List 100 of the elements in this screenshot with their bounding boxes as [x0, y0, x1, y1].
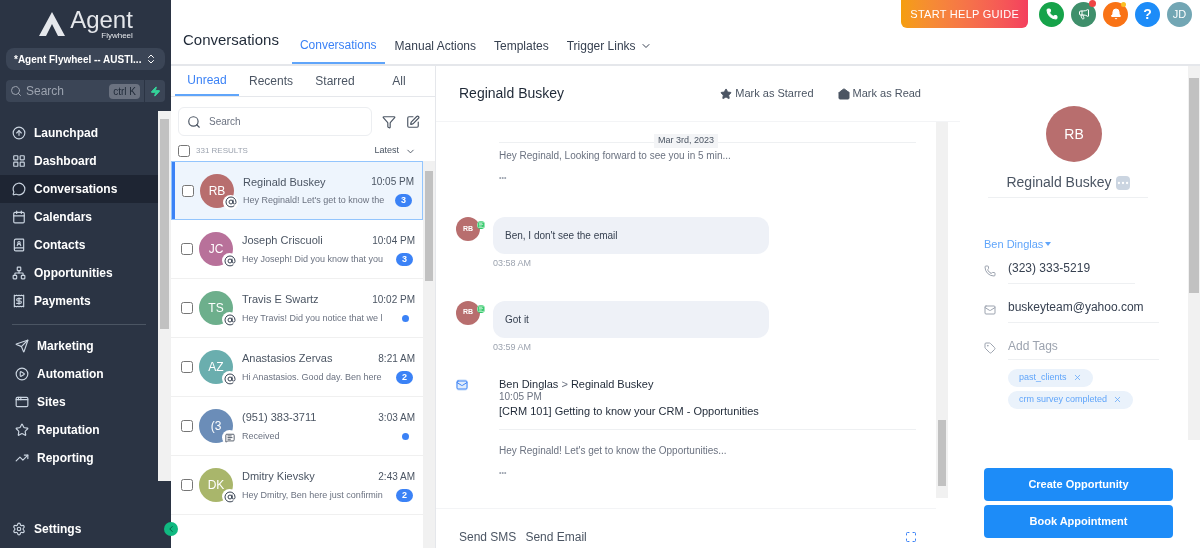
sidebar-item[interactable]: Automation — [0, 360, 146, 388]
unread-count: 2 — [396, 488, 413, 502]
conversation-search-field[interactable]: Search — [178, 107, 372, 136]
compose-icon[interactable] — [406, 114, 420, 129]
avatar: DK — [199, 468, 233, 502]
row-checkbox[interactable] — [181, 302, 193, 314]
logo-subtitle: Flywheel — [101, 32, 133, 40]
row-checkbox[interactable] — [181, 361, 193, 373]
search-input[interactable]: Search — [26, 82, 96, 100]
announcements-button[interactable] — [1071, 1, 1096, 27]
search-icon — [187, 114, 201, 129]
expand-icon[interactable] — [905, 531, 917, 543]
phone-button[interactable] — [1039, 1, 1064, 27]
email-header: Ben Dinglas > Reginald Buskey — [499, 378, 655, 391]
tags-field[interactable]: Add Tags — [1008, 336, 1159, 360]
message-time: 03:59 AM — [493, 340, 533, 354]
sidebar-item[interactable]: Conversations — [0, 175, 158, 203]
phone-field[interactable]: (323) 333-5219 — [1008, 258, 1135, 284]
sms-icon — [477, 304, 485, 313]
nav-icon — [15, 367, 29, 381]
star-icon — [720, 87, 733, 100]
megaphone-icon — [1077, 8, 1090, 20]
email-preview: Hey Reginald! Let's get to know the Opportunities... — [499, 444, 728, 458]
search-input[interactable]: Search — [209, 114, 309, 129]
row-checkbox[interactable] — [181, 420, 193, 432]
nav-icon — [15, 423, 29, 437]
sidebar-item[interactable]: Reputation — [0, 416, 146, 444]
chat-action[interactable]: Mark as Starred — [720, 85, 814, 102]
nav-icon — [12, 126, 26, 140]
message-time: 10:05 PM — [371, 175, 414, 190]
contact-name: Joseph Criscuoli — [242, 233, 323, 248]
message-icon — [224, 432, 235, 443]
sidebar-item[interactable]: Launchpad — [0, 119, 158, 147]
notifications-button[interactable] — [1103, 1, 1128, 27]
conversation-item[interactable]: (3 (951) 383-3711 3:03 AM Received — [171, 397, 423, 456]
list-tab[interactable]: All — [367, 66, 431, 96]
email-subject: [CRM 101] Getting to know your CRM - Opportunities — [499, 404, 760, 419]
message-time: 10:02 PM — [372, 292, 415, 307]
list-tab[interactable]: Recents — [239, 66, 303, 96]
sms-icon — [477, 221, 485, 229]
message-time: 10:04 PM — [372, 233, 415, 248]
chevron-left-icon — [166, 524, 176, 534]
nav-tab[interactable]: Manual Actions — [386, 36, 484, 64]
chat-title: Reginald Buskey — [459, 84, 565, 103]
sidebar-item[interactable]: Contacts — [0, 231, 158, 259]
logo-mark-icon — [38, 11, 67, 37]
contact-name: Reginald Buskey — [1006, 173, 1112, 192]
message-time: 3:03 AM — [378, 410, 415, 425]
message-preview: Hey Joseph! Did you know that you — [242, 252, 384, 266]
at-sign-icon — [223, 372, 236, 385]
conversation-item[interactable]: AZ Anastasios Zervas 8:21 AM Hi Anastasios. Good day. Ben here 2 — [171, 338, 423, 397]
results-count: 331 RESULTS — [196, 145, 248, 157]
sort-dropdown[interactable]: Latest — [374, 144, 416, 158]
sidebar-item[interactable]: Reporting — [0, 444, 146, 472]
email-icon — [984, 304, 996, 316]
avatar: (3 — [199, 409, 233, 443]
unread-count: 2 — [396, 370, 413, 384]
nav-icon — [15, 395, 29, 409]
nav-tab[interactable]: Conversations — [291, 36, 385, 64]
collapse-button[interactable] — [164, 522, 178, 536]
at-sign-icon — [223, 254, 236, 267]
row-checkbox[interactable] — [182, 184, 194, 197]
sidebar-item[interactable]: Payments — [0, 287, 158, 315]
row-checkbox[interactable] — [181, 243, 193, 255]
email-preview: Hey Reginald, Looking forward to see you in 5 min... — [499, 149, 732, 163]
sidebar-item[interactable]: Opportunities — [0, 259, 158, 287]
phone-icon — [1045, 8, 1058, 20]
contact-name: Travis E Swartz — [242, 292, 319, 307]
message-preview: Hey Reginald! Let's get to know the — [243, 194, 385, 207]
composer-tab[interactable]: Send Email — [525, 528, 587, 546]
account-switcher[interactable]: *Agent Flywheel -- AUSTI... — [6, 48, 165, 70]
nav-tab[interactable]: Trigger Links — [558, 36, 660, 64]
sidebar-item[interactable]: Marketing — [0, 332, 146, 360]
phone-icon — [984, 265, 996, 277]
settings-item[interactable]: Settings — [0, 520, 90, 538]
conversation-item[interactable]: RB Reginald Buskey 10:05 PM Hey Reginald! Let's get to know the 3 — [171, 161, 423, 220]
composer-tab[interactable]: Send SMS — [459, 528, 517, 546]
conversation-item[interactable]: JC Joseph Criscuoli 10:04 PM Hey Joseph! Did you know that you 3 — [171, 220, 423, 279]
conversation-item[interactable]: DK Dmitry Kievsky 2:43 AM Hey Dmitry, Ben here just confirmin 2 — [171, 456, 423, 515]
chat-action[interactable]: Mark as Read — [837, 85, 921, 102]
select-all-checkbox[interactable] — [178, 145, 190, 157]
email-field[interactable]: buskeyteam@yahoo.com — [1008, 297, 1159, 323]
message-time: 8:21 AM — [378, 351, 415, 366]
list-tab[interactable]: Unread — [175, 66, 239, 96]
contact-name: Dmitry Kievsky — [242, 469, 315, 484]
list-tab[interactable]: Starred — [303, 66, 367, 96]
conversation-item[interactable]: TS Travis E Swartz 10:02 PM Hey Travis! Did you notice that we l — [171, 279, 423, 338]
sidebar-item[interactable]: Dashboard — [0, 147, 158, 175]
row-checkbox[interactable] — [181, 479, 193, 491]
filter-icon[interactable] — [382, 114, 396, 129]
avatar: AZ — [199, 350, 233, 384]
nav-tab[interactable]: Templates — [486, 36, 557, 64]
lightning-icon — [149, 85, 161, 97]
sidebar-item[interactable]: Sites — [0, 388, 146, 416]
bell-icon — [1109, 8, 1122, 20]
logo-name: Agent — [70, 8, 133, 32]
quick-action-button[interactable] — [145, 80, 165, 102]
contact-avatar: RB — [1046, 106, 1102, 162]
nav-icon — [12, 210, 26, 224]
sidebar-item[interactable]: Calendars — [0, 203, 158, 231]
